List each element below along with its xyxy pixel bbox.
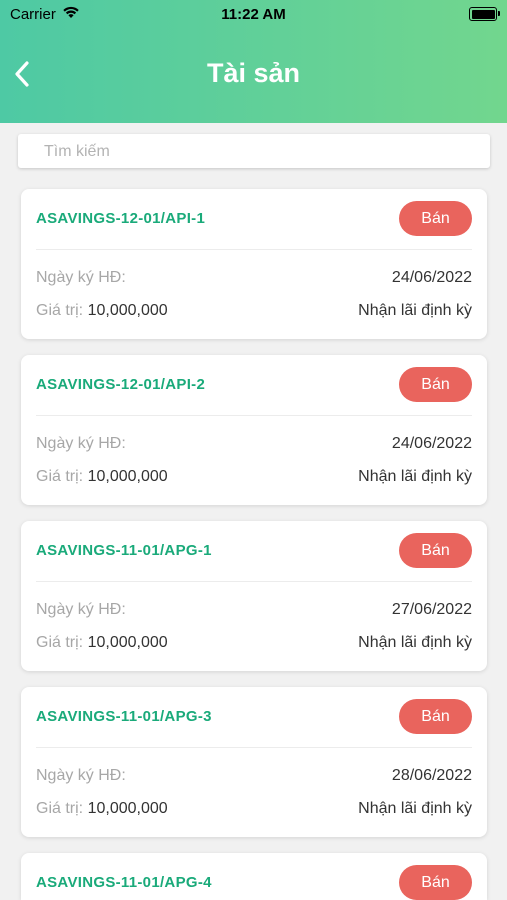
value-amount: 10,000,000: [87, 302, 168, 319]
search-box[interactable]: [18, 134, 490, 170]
sell-button[interactable]: Bán: [399, 699, 472, 734]
asset-card[interactable]: ASAVINGS-12-01/API-2 Bán Ngày ký HĐ: 24/…: [21, 355, 487, 505]
divider: [36, 415, 472, 416]
search-input[interactable]: [42, 134, 470, 170]
value-amount: 10,000,000: [87, 634, 168, 651]
value-label: Giá trị:: [36, 302, 84, 319]
sign-date-value: 27/06/2022: [391, 601, 472, 618]
sell-button[interactable]: Bán: [399, 201, 472, 236]
divider: [36, 581, 472, 582]
divider: [36, 249, 472, 250]
asset-code: ASAVINGS-12-01/API-2: [36, 376, 206, 393]
status-bar: Carrier 11:22 AM: [0, 0, 507, 30]
sign-date-label: Ngày ký HĐ:: [36, 435, 126, 452]
sell-button[interactable]: Bán: [399, 367, 472, 402]
status-time: 11:22 AM: [221, 6, 286, 23]
sign-date-value: 24/06/2022: [391, 269, 472, 286]
sign-date-label: Ngày ký HĐ:: [36, 767, 126, 784]
interest-type: Nhận lãi định kỳ: [358, 800, 472, 817]
asset-code: ASAVINGS-11-01/APG-4: [36, 874, 212, 891]
asset-card[interactable]: ASAVINGS-11-01/APG-4 Bán: [21, 853, 487, 900]
value-label: Giá trị:: [36, 800, 84, 817]
value-row: Giá trị: 10,000,000: [36, 800, 168, 818]
value-row: Giá trị: 10,000,000: [36, 468, 168, 486]
asset-code: ASAVINGS-12-01/API-1: [36, 210, 206, 227]
battery-icon: [469, 7, 500, 21]
interest-type: Nhận lãi định kỳ: [358, 634, 472, 651]
value-amount: 10,000,000: [87, 800, 168, 817]
value-row: Giá trị: 10,000,000: [36, 302, 168, 320]
value-label: Giá trị:: [36, 634, 84, 651]
sign-date-value: 28/06/2022: [391, 767, 472, 784]
sign-date-label: Ngày ký HĐ:: [36, 601, 126, 618]
asset-code: ASAVINGS-11-01/APG-3: [36, 708, 212, 725]
asset-code: ASAVINGS-11-01/APG-1: [36, 542, 212, 559]
asset-card[interactable]: ASAVINGS-12-01/API-1 Bán Ngày ký HĐ: 24/…: [21, 189, 487, 339]
value-row: Giá trị: 10,000,000: [36, 634, 168, 652]
header-bar: Carrier 11:22 AM Tài sản: [0, 0, 507, 123]
sell-button[interactable]: Bán: [399, 533, 472, 568]
value-label: Giá trị:: [36, 468, 84, 485]
sell-button[interactable]: Bán: [399, 865, 472, 900]
asset-card[interactable]: ASAVINGS-11-01/APG-3 Bán Ngày ký HĐ: 28/…: [21, 687, 487, 837]
interest-type: Nhận lãi định kỳ: [358, 468, 472, 485]
divider: [36, 747, 472, 748]
sign-date-label: Ngày ký HĐ:: [36, 269, 126, 286]
page-title: Tài sản: [206, 58, 301, 88]
sign-date-value: 24/06/2022: [391, 435, 472, 452]
value-amount: 10,000,000: [87, 468, 168, 485]
interest-type: Nhận lãi định kỳ: [358, 302, 472, 319]
asset-card[interactable]: ASAVINGS-11-01/APG-1 Bán Ngày ký HĐ: 27/…: [21, 521, 487, 671]
